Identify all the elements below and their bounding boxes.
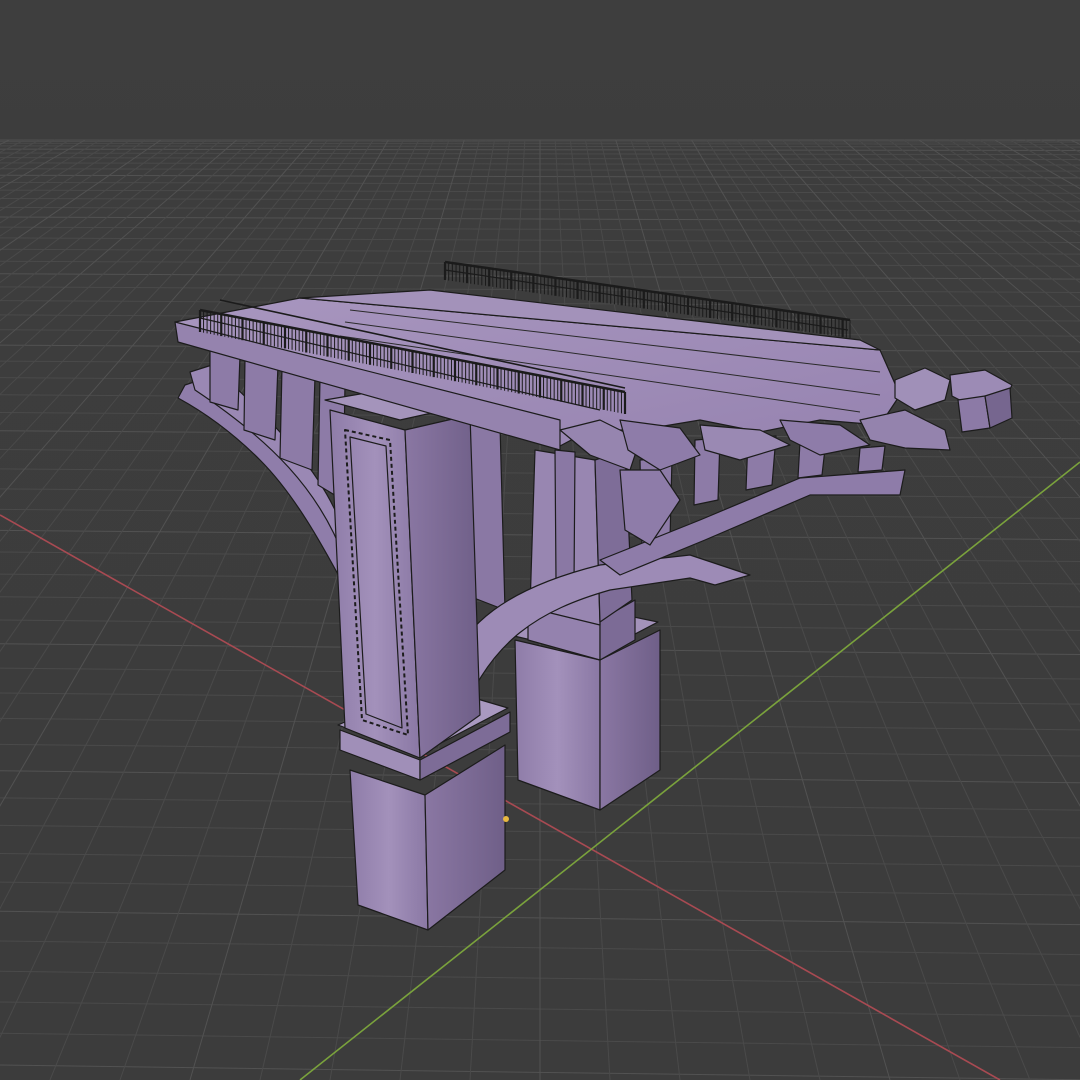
grid-line <box>1009 139 1080 180</box>
grid-line <box>0 139 25 153</box>
grid-line <box>918 139 1080 251</box>
grid-line <box>903 139 1080 267</box>
grid-line <box>0 139 222 322</box>
3d-viewport[interactable] <box>0 0 1080 1080</box>
grid-line <box>660 139 1080 1039</box>
grid-line <box>979 139 1080 200</box>
grid-line <box>0 139 71 180</box>
grid-line <box>1025 139 1080 170</box>
grid-line <box>1055 139 1080 153</box>
grid-line <box>0 139 344 593</box>
grid-line <box>676 139 1080 910</box>
grid-line <box>782 139 1080 460</box>
grid-line <box>873 139 1080 302</box>
grid-line <box>0 139 162 251</box>
grid-line <box>0 139 116 212</box>
grid-line <box>827 139 1080 368</box>
grid-line <box>1040 139 1080 162</box>
bridge-pier-mesh-icon[interactable] <box>174 260 1013 931</box>
grid-line <box>797 139 1080 426</box>
grid-line <box>964 139 1080 212</box>
grid-line <box>858 139 1080 322</box>
grid-line <box>630 139 961 1080</box>
grid-line <box>949 139 1080 224</box>
grid-line <box>0 139 207 302</box>
grid-line <box>615 139 891 1080</box>
grid-line <box>812 139 1080 395</box>
grid-line <box>0 139 253 368</box>
grid-line <box>736 139 1080 593</box>
grid-line <box>0 139 389 807</box>
viewport-scene[interactable] <box>0 0 1080 1080</box>
grid-line <box>0 139 131 224</box>
grid-line <box>721 139 1080 653</box>
grid-line <box>0 139 55 170</box>
grid-line <box>0 139 177 267</box>
grid-line <box>0 139 101 200</box>
grid-line <box>645 139 1031 1080</box>
origin-point <box>503 816 509 822</box>
grid-line <box>0 139 359 653</box>
grid-line <box>0 139 298 460</box>
grid-line <box>0 139 268 395</box>
grid-line <box>0 139 374 723</box>
grid-line <box>0 139 40 162</box>
grid-line <box>0 139 283 426</box>
